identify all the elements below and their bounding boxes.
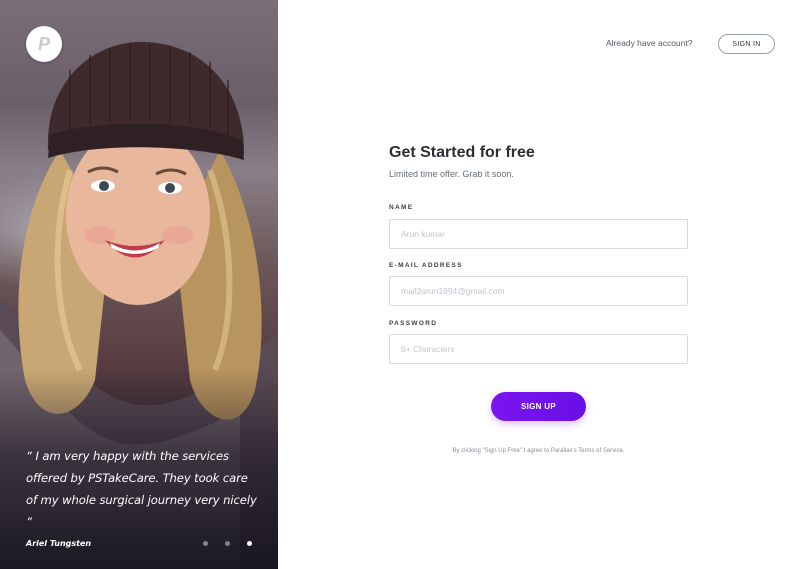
email-label: E-MAIL ADDRESS: [389, 262, 463, 269]
form-subtitle: Limited time offer. Grab it soon.: [389, 169, 514, 179]
name-input[interactable]: [389, 219, 688, 249]
name-label: NAME: [389, 204, 414, 211]
brand-logo[interactable]: P: [26, 26, 62, 62]
slider-dot-2[interactable]: [225, 541, 230, 546]
terms-text: By clicking "Sign Up Free" I agree to Pa…: [452, 448, 625, 454]
sign-up-button[interactable]: SIGN UP: [491, 392, 586, 421]
slider-dot-3[interactable]: [247, 541, 252, 546]
brand-logo-letter: P: [37, 33, 50, 54]
form-title: Get Started for free: [389, 144, 535, 161]
testimonial-panel: P “ I am very happy with the services of…: [0, 0, 278, 569]
already-account-text: Already have account?: [606, 38, 693, 48]
sign-in-button[interactable]: SIGN IN: [718, 34, 775, 54]
testimonial-author: Ariel Tungsten: [26, 539, 92, 548]
testimonial-quote: “ I am very happy with the services offe…: [26, 449, 257, 529]
slider-dots: [203, 541, 252, 546]
password-input[interactable]: [389, 334, 688, 364]
email-input[interactable]: [389, 276, 688, 306]
password-label: PASSWORD: [389, 320, 438, 327]
slider-dot-1[interactable]: [203, 541, 208, 546]
